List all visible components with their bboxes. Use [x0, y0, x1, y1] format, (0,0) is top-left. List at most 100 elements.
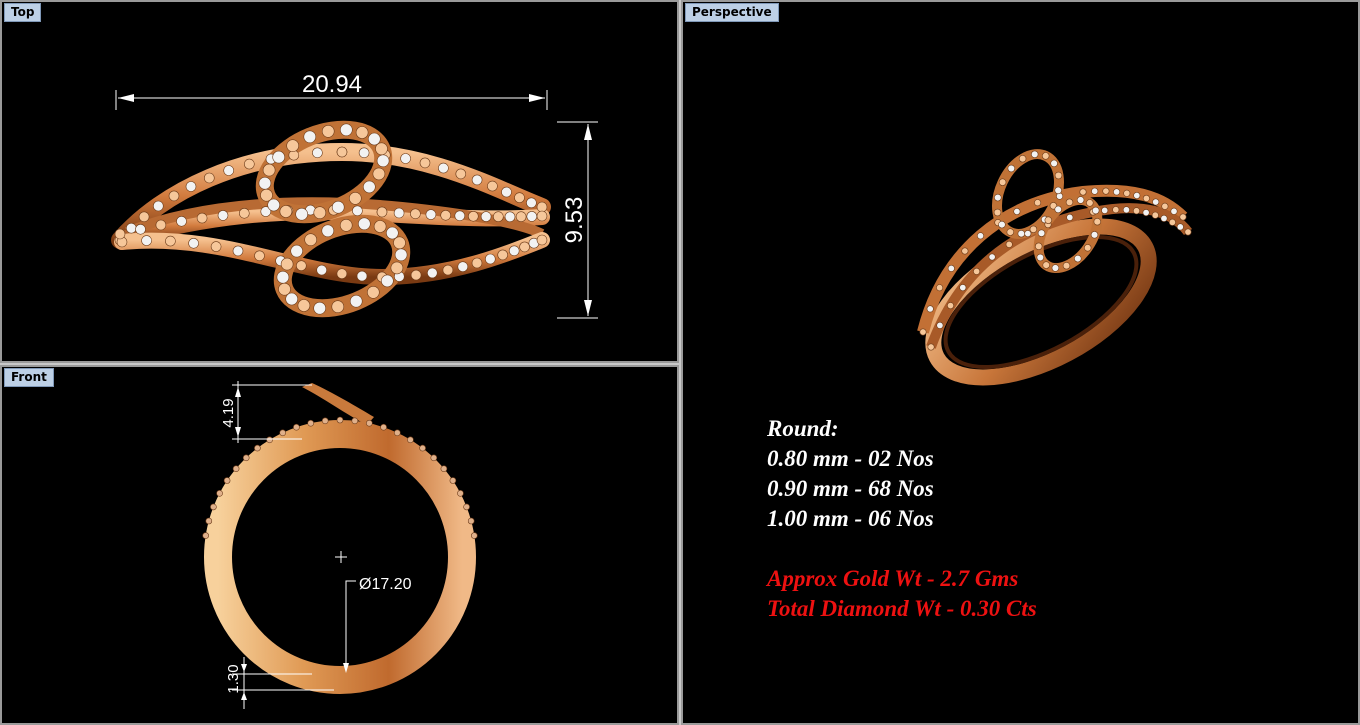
gemstone	[1091, 187, 1099, 195]
gemstone	[304, 233, 318, 246]
perspective-viewport[interactable]: Perspective Round: 0.80 mm - 02 Nos 0.90…	[681, 0, 1360, 725]
gemstone	[351, 417, 359, 425]
perspective-viewport-label[interactable]: Perspective	[685, 3, 779, 22]
gemstone	[1050, 159, 1058, 168]
gemstone	[313, 301, 327, 315]
gemstone	[1029, 225, 1038, 234]
gemstone	[440, 465, 448, 472]
gemstone	[1142, 194, 1150, 202]
gemstone	[438, 162, 449, 174]
gemstone	[293, 423, 300, 431]
gemstone	[988, 253, 996, 261]
gemstone	[331, 200, 345, 214]
gemstone	[961, 247, 969, 255]
gemstone	[536, 234, 548, 246]
gemstone	[295, 260, 307, 272]
gemstone	[232, 465, 240, 472]
width-dimension: 20.94	[115, 71, 548, 110]
gemstone	[155, 219, 167, 231]
gemstone	[1123, 189, 1131, 197]
front-view-canvas[interactable]: 4.19 Ø17.20 1.30	[2, 367, 677, 723]
spec-line-3: 1.00 mm - 06 Nos	[767, 506, 934, 531]
gemstone	[1066, 213, 1074, 221]
gemstone	[202, 532, 209, 539]
gemstone	[536, 210, 548, 222]
gemstone	[357, 217, 371, 231]
front-viewport[interactable]: Front 4.19 Ø17.20 1.30	[0, 365, 679, 725]
gemstone	[936, 284, 944, 292]
perspective-view-canvas[interactable]	[683, 2, 1358, 422]
gemstone	[297, 299, 311, 312]
gemstone	[440, 210, 452, 221]
top-viewport-label[interactable]: Top	[4, 3, 42, 22]
gemstone	[365, 419, 373, 427]
gemstone	[1170, 207, 1178, 215]
gemstone	[419, 444, 426, 452]
gemstone	[463, 503, 470, 511]
gemstone	[313, 206, 327, 219]
gemstone	[1006, 228, 1014, 236]
gemstone	[1054, 171, 1063, 180]
gemstone	[279, 429, 287, 437]
gemstone	[1152, 198, 1160, 206]
gemstone	[336, 416, 344, 424]
ring-front-render	[202, 383, 478, 694]
gemstone	[410, 269, 422, 281]
gemstone	[467, 211, 479, 222]
gemstone	[442, 264, 454, 276]
gemstone	[244, 158, 255, 170]
gemstone	[926, 305, 934, 313]
gemstone	[1079, 188, 1087, 196]
gemstone	[1132, 207, 1140, 215]
gemstone	[1151, 211, 1159, 219]
gemstone	[217, 210, 229, 221]
gemstone	[514, 192, 525, 203]
gemstone	[519, 241, 530, 253]
gemstone	[1054, 186, 1062, 195]
gemstone	[526, 197, 537, 209]
gemstone	[1084, 244, 1092, 252]
gemstone	[1024, 230, 1032, 238]
gemstone	[1036, 253, 1044, 262]
gemstone	[994, 193, 1002, 202]
gemstone	[376, 154, 390, 168]
top-view-canvas[interactable]: 20.94 9.53	[2, 2, 677, 361]
gemstone	[272, 150, 286, 164]
gemstone	[390, 261, 404, 275]
gemstone	[998, 178, 1007, 186]
gemstone	[141, 235, 152, 246]
gemstone	[307, 419, 315, 427]
gemstone	[455, 168, 467, 180]
diameter-value: Ø17.20	[359, 576, 412, 593]
gemstone	[394, 248, 408, 262]
gemstone	[258, 176, 272, 190]
gemstone	[176, 216, 187, 227]
gold-weight-text: Approx Gold Wt - 2.7 Gms	[767, 566, 1019, 591]
gemstone	[316, 264, 328, 276]
gemstone	[223, 477, 231, 484]
height-dimension: 9.53	[557, 121, 598, 319]
gemstone	[280, 257, 294, 271]
gemstone	[1051, 264, 1060, 272]
gemstone	[321, 125, 335, 138]
width-dimension-value: 20.94	[302, 71, 362, 98]
gemstone	[1161, 202, 1169, 210]
front-viewport-label[interactable]: Front	[4, 368, 54, 387]
gemstone	[1007, 164, 1015, 173]
gemstone	[467, 517, 475, 525]
gemstone	[536, 201, 548, 213]
gemstone	[380, 423, 387, 431]
top-viewport[interactable]: Top 20.94 9.53	[0, 0, 679, 363]
gemstone	[375, 142, 388, 156]
gemstone	[188, 238, 199, 249]
gemstone	[936, 321, 944, 329]
gemstone	[1086, 199, 1094, 207]
gemstone	[1142, 209, 1150, 217]
gemstone	[508, 245, 520, 257]
gemstone	[242, 454, 250, 462]
gemstone	[295, 207, 309, 221]
gemstone	[1092, 206, 1100, 215]
gemstone	[454, 210, 466, 222]
gemstone	[1017, 230, 1025, 238]
gemstone	[487, 180, 498, 192]
